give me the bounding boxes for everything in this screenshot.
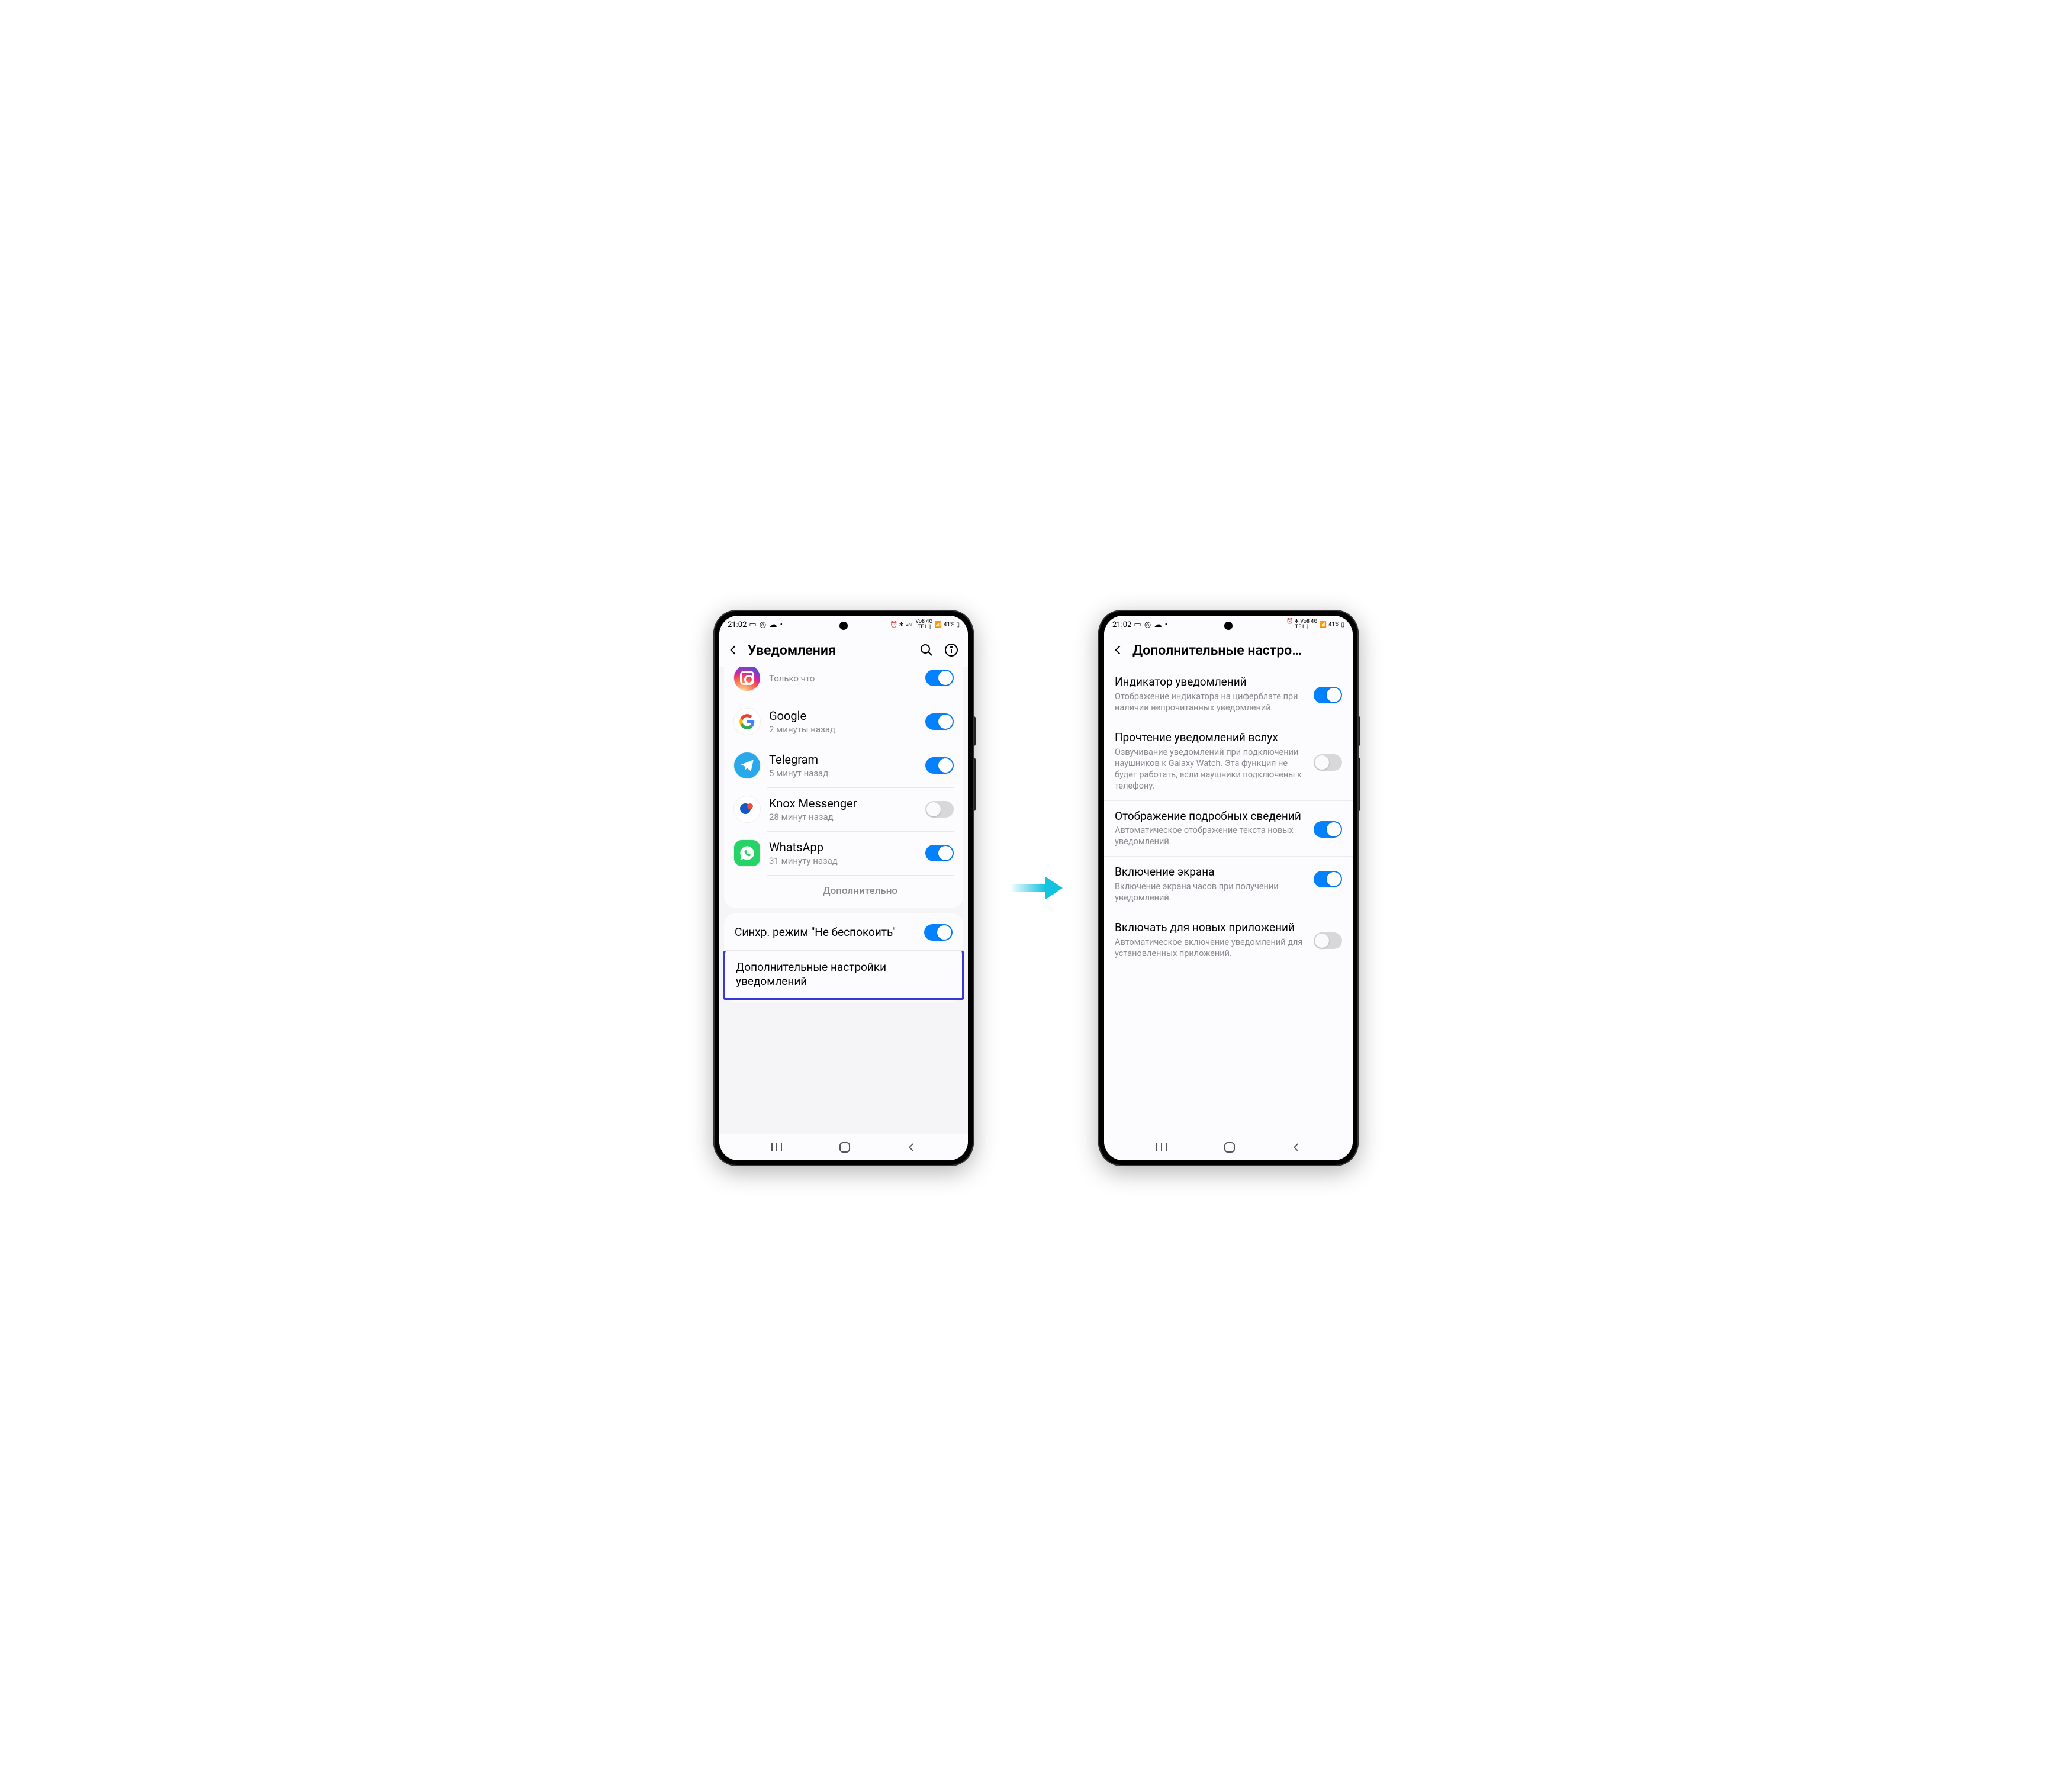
advanced-title: Дополнительные настройки уведомлений [736, 960, 951, 989]
app-row-google[interactable]: Google 2 минуты назад [724, 700, 963, 744]
status-time: 21:02 [1112, 620, 1131, 629]
back-button[interactable] [1110, 642, 1127, 658]
navbar [1104, 1134, 1353, 1160]
app-row-telegram[interactable]: Telegram 5 минут назад [724, 744, 963, 787]
advanced-notifications-row[interactable]: Дополнительные настройки уведомлений [723, 950, 964, 1000]
instagram-icon [733, 667, 761, 691]
status-right-icons: ⏰ ✻ VoⅬ [890, 622, 914, 628]
screen-right: 21:02 ▭ ◎ ☁ • ⏰ ✻ Vo8 4G LTE1 ⫶| 📶 41% ▯… [1104, 616, 1353, 1160]
nav-recents[interactable] [1155, 1142, 1168, 1153]
setting-title: Прочтение уведомлений вслух [1115, 731, 1305, 745]
app-name: Knox Messenger [769, 796, 925, 810]
toggle-indicator[interactable] [1314, 687, 1342, 703]
app-name: WhatsApp [769, 840, 925, 854]
navbar [719, 1134, 968, 1160]
status-battery: 41% [944, 622, 955, 628]
status-lte-icon: Vo8 4GLTE1 ⫶| [915, 619, 932, 630]
toggle-readaloud[interactable] [1314, 754, 1342, 771]
back-button[interactable] [725, 642, 742, 658]
nav-home[interactable] [1223, 1141, 1236, 1154]
status-battery: 41% [1328, 622, 1340, 628]
bottom-settings-card: Синхр. режим "Не беспокоить" Дополнитель… [724, 913, 963, 1002]
nav-home[interactable] [838, 1141, 851, 1154]
toggle-instagram[interactable] [925, 670, 954, 686]
nav-back[interactable] [906, 1142, 917, 1153]
appbar: Дополнительные настро… [1104, 633, 1353, 667]
toggle-details[interactable] [1314, 821, 1342, 838]
status-left-icons: ▭ ◎ ☁ • [1134, 620, 1168, 629]
setting-readaloud[interactable]: Прочтение уведомлений вслух Озвучивание … [1104, 722, 1353, 800]
sync-dnd-title: Синхр. режим "Не беспокоить" [735, 925, 917, 940]
setting-indicator[interactable]: Индикатор уведомлений Отображение индика… [1104, 667, 1353, 722]
setting-title: Индикатор уведомлений [1115, 675, 1305, 689]
setting-desc: Отображение индикатора на циферблате при… [1115, 691, 1305, 714]
page-title: Уведомления [748, 642, 913, 658]
app-row-instagram[interactable]: Instagram Только что [724, 667, 963, 700]
setting-details[interactable]: Отображение подробных сведений Автоматич… [1104, 800, 1353, 856]
battery-icon: ▯ [956, 622, 960, 628]
setting-title: Отображение подробных сведений [1115, 809, 1305, 823]
setting-desc: Озвучивание уведомлений при подключении … [1115, 747, 1305, 792]
camera-notch [839, 622, 848, 630]
setting-screenon[interactable]: Включение экрана Включение экрана часов … [1104, 856, 1353, 912]
app-row-whatsapp[interactable]: WhatsApp 31 минуту назад [724, 831, 963, 875]
apps-card: Instagram Только что Google 2 минуты наз… [724, 667, 963, 908]
setting-desc: Автоматическое включение уведомлений для… [1115, 937, 1305, 960]
status-left-icons: ▭ ◎ ☁ • [749, 620, 783, 629]
toggle-sync-dnd[interactable] [924, 924, 953, 941]
app-row-knox[interactable]: Knox Messenger 28 минут назад [724, 787, 963, 831]
app-subtitle: Только что [769, 673, 925, 684]
toggle-whatsapp[interactable] [925, 845, 954, 861]
knox-icon [733, 796, 761, 823]
phone-right: 21:02 ▭ ◎ ☁ • ⏰ ✻ Vo8 4G LTE1 ⫶| 📶 41% ▯… [1098, 610, 1359, 1166]
setting-newapps[interactable]: Включать для новых приложений Автоматиче… [1104, 912, 1353, 967]
app-subtitle: 5 минут назад [769, 768, 925, 778]
app-subtitle: 31 минуту назад [769, 855, 925, 866]
setting-title: Включение экрана [1115, 865, 1305, 879]
phone-left: 21:02 ▭ ◎ ☁ • ⏰ ✻ VoⅬ Vo8 4GLTE1 ⫶| 📶 41… [713, 610, 974, 1166]
nav-recents[interactable] [770, 1142, 783, 1153]
app-subtitle: 2 минуты назад [769, 724, 925, 735]
toggle-google[interactable] [925, 713, 954, 730]
toggle-screenon[interactable] [1314, 871, 1342, 887]
setting-title: Включать для новых приложений [1115, 921, 1305, 935]
appbar: Уведомления [719, 633, 968, 667]
battery-icon: ▯ [1341, 622, 1344, 628]
screen-left: 21:02 ▭ ◎ ☁ • ⏰ ✻ VoⅬ Vo8 4GLTE1 ⫶| 📶 41… [719, 616, 968, 1160]
sync-dnd-row[interactable]: Синхр. режим "Не беспокоить" [724, 915, 963, 950]
info-icon[interactable] [944, 643, 958, 657]
content-area: Instagram Только что Google 2 минуты наз… [719, 667, 968, 1134]
settings-list: Индикатор уведомлений Отображение индика… [1104, 667, 1353, 1134]
toggle-newapps[interactable] [1314, 932, 1342, 949]
toggle-knox[interactable] [925, 801, 954, 818]
toggle-telegram[interactable] [925, 757, 954, 774]
setting-desc: Автоматическое отображение текста новых … [1115, 825, 1305, 848]
transition-arrow-icon [1009, 879, 1063, 897]
telegram-icon [733, 752, 761, 779]
status-time: 21:02 [728, 620, 747, 629]
status-right-icons: ⏰ ✻ Vo8 4G LTE1 ⫶| [1286, 619, 1317, 630]
google-icon [733, 708, 761, 735]
search-icon[interactable] [919, 643, 934, 657]
app-subtitle: 28 минут назад [769, 812, 925, 822]
whatsapp-icon [733, 839, 761, 867]
camera-notch [1224, 622, 1233, 630]
app-name: Google [769, 709, 925, 723]
nav-back[interactable] [1291, 1142, 1302, 1153]
page-title: Дополнительные настро… [1132, 642, 1343, 658]
setting-desc: Включение экрана часов при получении уве… [1115, 881, 1305, 904]
content-area: Индикатор уведомлений Отображение индика… [1104, 667, 1353, 1134]
status-signal-icon: 📶 [1319, 622, 1326, 628]
status-signal-icon: 📶 [934, 622, 941, 628]
more-button[interactable]: Дополнительно [767, 875, 954, 906]
app-name: Telegram [769, 752, 925, 767]
